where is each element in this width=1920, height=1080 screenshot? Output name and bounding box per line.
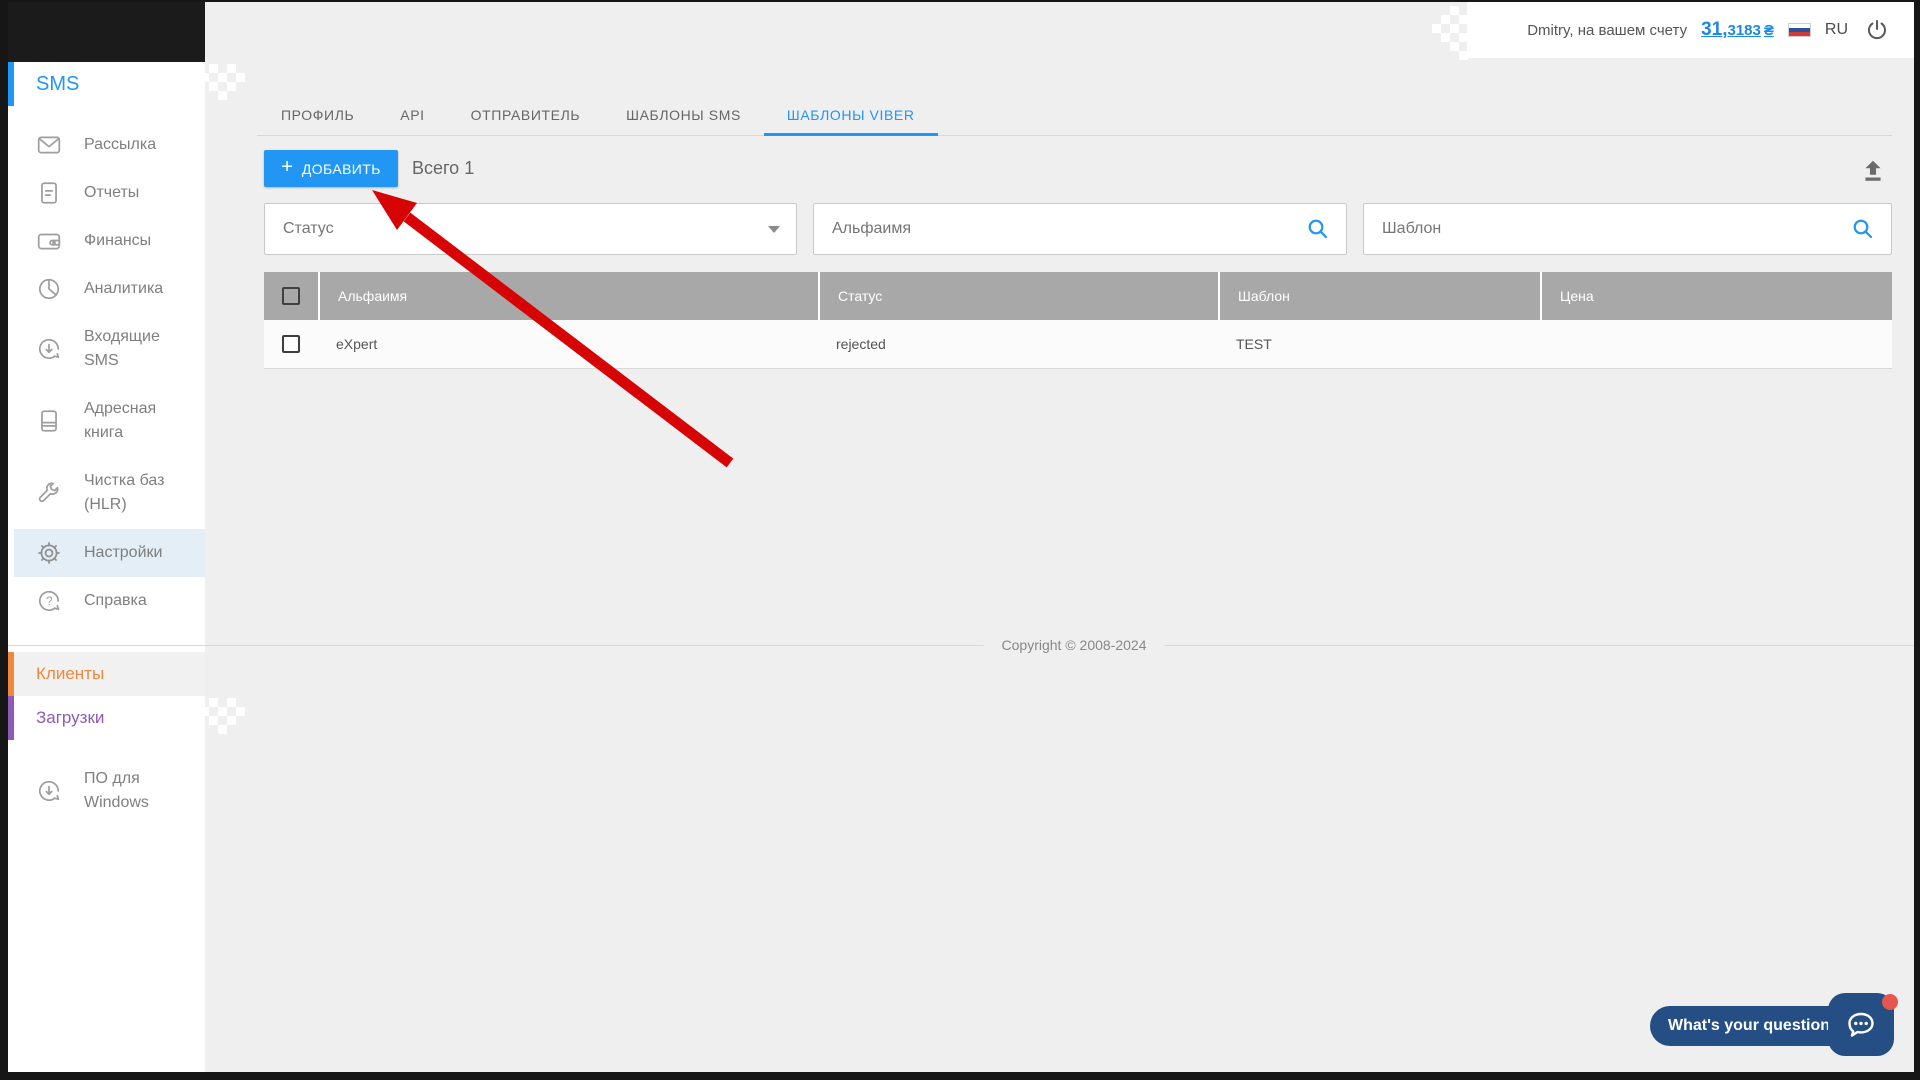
divider — [8, 645, 1914, 646]
language-selector[interactable]: RU — [1825, 21, 1848, 39]
logout-button[interactable] — [1862, 15, 1892, 45]
sidebar-item-spravka[interactable]: ? Справка — [8, 577, 205, 625]
notification-dot — [1882, 994, 1898, 1010]
sms-section-label: SMS — [36, 72, 80, 95]
sidebar-item-label: Чистка баз (HLR) — [84, 472, 165, 513]
template-filter-input[interactable] — [1382, 220, 1851, 238]
tab-shablony-sms[interactable]: ШАБЛОНЫ SMS — [603, 95, 764, 136]
window-frame — [0, 0, 1920, 2]
tab-shablony-viber[interactable]: ШАБЛОНЫ VIBER — [763, 95, 938, 136]
sidebar-item-po-dlya-windows[interactable]: ПО для Windows — [8, 755, 205, 827]
currency-symbol: ₴ — [1763, 22, 1774, 39]
chat-icon — [1848, 1012, 1874, 1037]
template-filter — [1363, 203, 1892, 255]
tab-profil[interactable]: ПРОФИЛЬ — [258, 95, 377, 136]
chat-prompt-text: What's your question? — [1668, 1017, 1840, 1034]
upload-icon — [1865, 160, 1881, 181]
cell-price — [1540, 320, 1892, 368]
sidebar-section-zagruzki[interactable]: Загрузки — [8, 696, 205, 740]
window-frame — [0, 0, 8, 1080]
plus-icon: + — [281, 156, 293, 178]
table-header-row: Альфаимя Статус Шаблон Цена — [264, 272, 1892, 320]
topbar-logo-area — [0, 0, 205, 62]
sidebar-item-otchety[interactable]: Отчеты — [8, 169, 205, 217]
sidebar-item-analitika[interactable]: Аналитика — [8, 265, 205, 313]
app-window: Dmitry, на вашем счету 31,3183 ₴ RU SMS Р… — [0, 0, 1920, 1080]
download-icon — [38, 780, 60, 801]
tab-otpravitel[interactable]: ОТПРАВИТЕЛЬ — [448, 95, 604, 136]
sidebar-item-label: Адресная книга — [84, 400, 157, 441]
select-all-checkbox[interactable] — [282, 287, 300, 305]
address-book-icon — [41, 410, 57, 432]
tab-bar: ПРОФИЛЬ API ОТПРАВИТЕЛЬ ШАБЛОНЫ SMS ШАБЛ… — [258, 95, 938, 136]
window-frame — [0, 1072, 1920, 1080]
sidebar-item-label: Справка — [84, 592, 147, 609]
pixel-decor — [200, 698, 245, 752]
alphaname-filter — [813, 203, 1347, 255]
pixel-decor — [200, 64, 245, 118]
sidebar-item-chistka-baz[interactable]: Чистка баз (HLR) — [8, 457, 205, 529]
cell-template: TEST — [1236, 336, 1272, 352]
window-frame — [1914, 0, 1920, 1080]
sidebar-item-nastroyki[interactable]: Настройки — [14, 529, 205, 577]
pixel-decor — [1432, 6, 1477, 60]
wrench-icon — [38, 482, 59, 503]
chat-prompt-bubble[interactable]: What's your question? — [1650, 1006, 1858, 1046]
search-icon[interactable] — [1306, 217, 1330, 241]
row-checkbox[interactable] — [282, 335, 300, 353]
sidebar-item-label: ПО для Windows — [84, 770, 149, 811]
search-icon[interactable] — [1851, 217, 1875, 241]
copyright-text: Copyright © 2008-2024 — [983, 637, 1165, 653]
sidebar-item-label: Финансы — [84, 232, 152, 249]
cell-alphaname: eXpert — [336, 336, 378, 352]
sidebar-item-vhodyashie-sms[interactable]: Входящие SMS — [8, 313, 205, 385]
downloads-section-label: Загрузки — [36, 708, 105, 727]
column-header-alphaname[interactable]: Альфаимя — [318, 272, 818, 320]
sidebar-item-label: Аналитика — [84, 280, 164, 297]
incoming-sms-icon — [38, 338, 60, 359]
table-row[interactable]: eXpert rejected TEST — [264, 320, 1892, 369]
pie-chart-icon — [38, 278, 60, 300]
sidebar-item-label: Отчеты — [84, 184, 140, 201]
help-icon: ? — [38, 590, 60, 611]
user-panel: Dmitry, на вашем счету 31,3183 ₴ RU — [1467, 2, 1914, 58]
column-header-status[interactable]: Статус — [818, 272, 1218, 320]
balance-minor: 3183 — [1727, 22, 1761, 39]
sidebar-section-klienty[interactable]: Клиенты — [8, 652, 205, 696]
add-button-label: ДОБАВИТЬ — [301, 160, 381, 177]
gear-icon — [38, 542, 60, 564]
sidebar-item-rassylka[interactable]: Рассылка — [8, 121, 205, 169]
clients-section-label: Клиенты — [36, 664, 105, 683]
cell-status: rejected — [836, 336, 886, 352]
envelope-icon — [37, 136, 61, 154]
sidebar-section-sms[interactable]: SMS — [8, 62, 205, 106]
balance-major: 31, — [1701, 19, 1728, 40]
tab-api[interactable]: API — [377, 95, 447, 136]
export-button[interactable] — [1854, 152, 1892, 190]
power-icon — [1868, 20, 1886, 40]
sidebar-item-label: Настройки — [84, 544, 163, 561]
svg-text:?: ? — [46, 594, 53, 608]
templates-table: Альфаимя Статус Шаблон Цена eXpert rejec… — [264, 272, 1892, 369]
status-filter-value: Статус — [283, 220, 334, 237]
sidebar-item-label: Входящие SMS — [84, 328, 160, 369]
ru-flag-icon[interactable] — [1787, 23, 1811, 37]
sidebar-item-adresnaya-kniga[interactable]: Адресная книга — [8, 385, 205, 457]
alphaname-filter-input[interactable] — [832, 220, 1306, 238]
column-header-price[interactable]: Цена — [1540, 272, 1892, 320]
wallet-icon — [37, 233, 61, 250]
column-header-template[interactable]: Шаблон — [1218, 272, 1540, 320]
total-count-label: Всего 1 — [412, 158, 475, 178]
chevron-down-icon — [768, 225, 780, 233]
status-filter-select[interactable]: Статус — [264, 203, 797, 255]
report-icon — [41, 182, 57, 204]
sidebar-item-label: Рассылка — [84, 136, 157, 153]
user-greeting: Dmitry, на вашем счету — [1527, 21, 1688, 39]
balance-link[interactable]: 31,3183 ₴ — [1701, 19, 1774, 41]
sidebar-item-finansy[interactable]: Финансы — [8, 217, 205, 265]
add-button[interactable]: + ДОБАВИТЬ — [264, 150, 398, 187]
